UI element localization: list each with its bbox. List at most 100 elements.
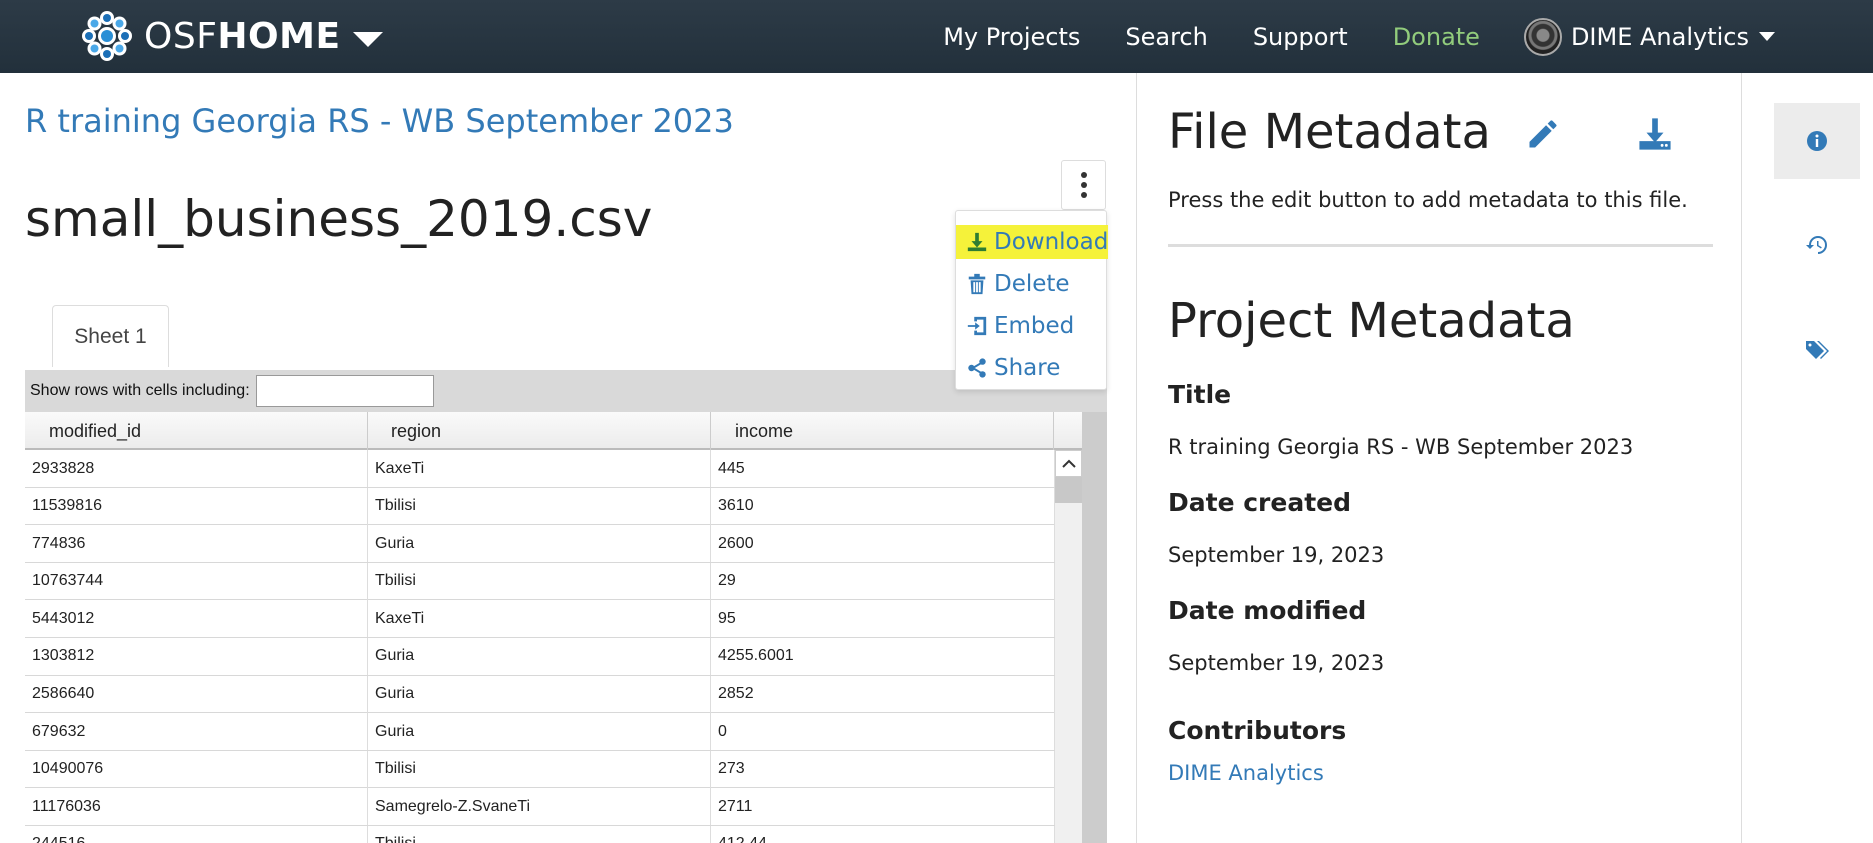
- filter-input[interactable]: [255, 375, 434, 407]
- cell-income[interactable]: 273: [711, 750, 1055, 788]
- cell-region[interactable]: KaxeTi: [368, 600, 711, 638]
- file-metadata-heading: File Metadata: [1168, 104, 1491, 160]
- menu-item-delete[interactable]: Delete: [966, 267, 1070, 301]
- filter-bar: Show rows with cells including:: [25, 370, 1107, 412]
- cell-region[interactable]: Guria: [368, 713, 711, 751]
- cell-modified-id[interactable]: 11176036: [25, 788, 368, 826]
- nav-support[interactable]: Support: [1253, 23, 1348, 51]
- grid-rows: 2933828 KaxeTi 445 11539816 Tbilisi 3610 77483…: [25, 450, 1055, 843]
- table-row[interactable]: 774836 Guria 2600: [25, 525, 1055, 563]
- tab-revisions[interactable]: [1774, 207, 1860, 283]
- menu-item-label: Share: [994, 355, 1061, 381]
- cell-region[interactable]: Tbilisi: [368, 825, 711, 843]
- project-title-link[interactable]: R training Georgia RS - WB September 202…: [25, 102, 734, 140]
- menu-item-label: Embed: [994, 313, 1075, 339]
- table-row[interactable]: 2586640 Guria 2852: [25, 675, 1055, 714]
- file-options-button[interactable]: [1061, 160, 1106, 210]
- trash-icon: [968, 273, 986, 295]
- cell-modified-id[interactable]: 244516: [25, 825, 368, 843]
- cell-modified-id[interactable]: 2586640: [25, 675, 368, 713]
- file-options-menu: Download Delete Embed Share: [955, 210, 1109, 390]
- column-header-income[interactable]: income: [711, 412, 1054, 450]
- cell-income[interactable]: 4255.6001: [711, 637, 1055, 675]
- cell-region[interactable]: Samegrelo-Z.SvaneTi: [368, 788, 711, 826]
- cell-modified-id[interactable]: 5443012: [25, 600, 368, 638]
- chevron-up-icon: [1061, 459, 1076, 468]
- date-created-label: Date created: [1168, 488, 1352, 517]
- nav-my-projects[interactable]: My Projects: [943, 23, 1080, 51]
- cell-region[interactable]: Tbilisi: [368, 750, 711, 788]
- file-metadata-hint: Press the edit button to add metadata to…: [1168, 188, 1688, 212]
- user-menu[interactable]: DIME Analytics: [1523, 17, 1775, 56]
- cell-region[interactable]: KaxeTi: [368, 450, 711, 487]
- cell-income[interactable]: 29: [711, 562, 1055, 600]
- cell-region[interactable]: Tbilisi: [368, 487, 711, 525]
- cell-income[interactable]: 2711: [711, 788, 1055, 826]
- tab-tags[interactable]: [1774, 312, 1860, 388]
- nav-donate[interactable]: Donate: [1393, 23, 1480, 51]
- menu-item-embed[interactable]: Embed: [966, 309, 1074, 343]
- tab-info[interactable]: [1774, 103, 1860, 179]
- cell-region[interactable]: Guria: [368, 525, 711, 563]
- table-row[interactable]: 10763744 Tbilisi 29: [25, 562, 1055, 601]
- menu-item-label: Delete: [994, 271, 1070, 297]
- cell-income[interactable]: 3610: [711, 487, 1055, 525]
- nav-links: My Projects Search Support Donate DIME A…: [898, 0, 1873, 73]
- avatar: [1523, 17, 1562, 56]
- kebab-dot: [1080, 182, 1087, 188]
- table-row[interactable]: 1303812 Guria 4255.6001: [25, 637, 1055, 676]
- table-row[interactable]: 11539816 Tbilisi 3610: [25, 487, 1055, 526]
- cell-modified-id[interactable]: 1303812: [25, 637, 368, 675]
- table-row[interactable]: 244516Tbilisi412.44: [25, 825, 1055, 843]
- cell-income[interactable]: 0: [711, 713, 1055, 751]
- column-header-region[interactable]: region: [368, 412, 711, 450]
- cell-modified-id[interactable]: 10763744: [25, 562, 368, 600]
- cell-income[interactable]: 2852: [711, 675, 1055, 713]
- contributors-label: Contributors: [1168, 716, 1347, 745]
- nav-search[interactable]: Search: [1125, 23, 1207, 51]
- cell-region[interactable]: Tbilisi: [368, 562, 711, 600]
- pencil-icon[interactable]: [1525, 116, 1561, 152]
- cell-modified-id[interactable]: 2933828: [25, 450, 368, 487]
- table-row[interactable]: 5443012 KaxeTi 95: [25, 600, 1055, 638]
- scroll-thumb[interactable]: [1055, 477, 1082, 503]
- info-icon: [1807, 131, 1827, 151]
- grid-scrollbar[interactable]: [1055, 450, 1082, 843]
- tab-sheet-1[interactable]: Sheet 1: [52, 305, 169, 367]
- cell-income[interactable]: 2600: [711, 525, 1055, 563]
- cell-income[interactable]: 445: [711, 450, 1055, 487]
- grid-header: modified_id region income: [25, 412, 1082, 450]
- download-icon[interactable]: [1638, 116, 1672, 152]
- cell-modified-id[interactable]: 774836: [25, 525, 368, 563]
- osf-home-brand[interactable]: OSF HOME: [80, 10, 383, 62]
- panel-divider: [1136, 73, 1137, 843]
- kebab-dot: [1080, 192, 1087, 198]
- menu-item-share[interactable]: Share: [966, 351, 1060, 385]
- download-icon: [967, 232, 987, 252]
- date-modified-label: Date modified: [1168, 596, 1367, 625]
- history-icon: [1806, 236, 1827, 254]
- brand-osf-text: OSF: [144, 15, 218, 57]
- cell-region[interactable]: Guria: [368, 637, 711, 675]
- table-row[interactable]: 679632 Guria 0: [25, 713, 1055, 751]
- embed-icon: [967, 316, 987, 336]
- cell-region[interactable]: Guria: [368, 675, 711, 713]
- scroll-up-button[interactable]: [1055, 450, 1082, 477]
- table-row[interactable]: 2933828 KaxeTi 445: [25, 450, 1055, 488]
- csv-grid: Show rows with cells including: modified…: [25, 370, 1107, 843]
- menu-item-download[interactable]: Download: [956, 225, 1109, 259]
- column-header-modified-id[interactable]: modified_id: [25, 412, 368, 450]
- project-metadata-heading: Project Metadata: [1168, 293, 1575, 349]
- cell-modified-id[interactable]: 10490076: [25, 750, 368, 788]
- cell-modified-id[interactable]: 679632: [25, 713, 368, 751]
- user-name: DIME Analytics: [1570, 22, 1749, 51]
- cell-modified-id[interactable]: 11539816: [25, 487, 368, 525]
- cell-income[interactable]: 412.44: [711, 825, 1055, 843]
- chevron-down-icon: [352, 31, 383, 47]
- cell-income[interactable]: 95: [711, 600, 1055, 638]
- brand-home-text: HOME: [217, 15, 341, 57]
- filter-label: Show rows with cells including:: [30, 382, 250, 399]
- table-row[interactable]: 10490076 Tbilisi 273: [25, 750, 1055, 789]
- contributor-link[interactable]: DIME Analytics: [1168, 761, 1324, 785]
- table-row[interactable]: 11176036 Samegrelo-Z.SvaneTi 2711: [25, 788, 1055, 826]
